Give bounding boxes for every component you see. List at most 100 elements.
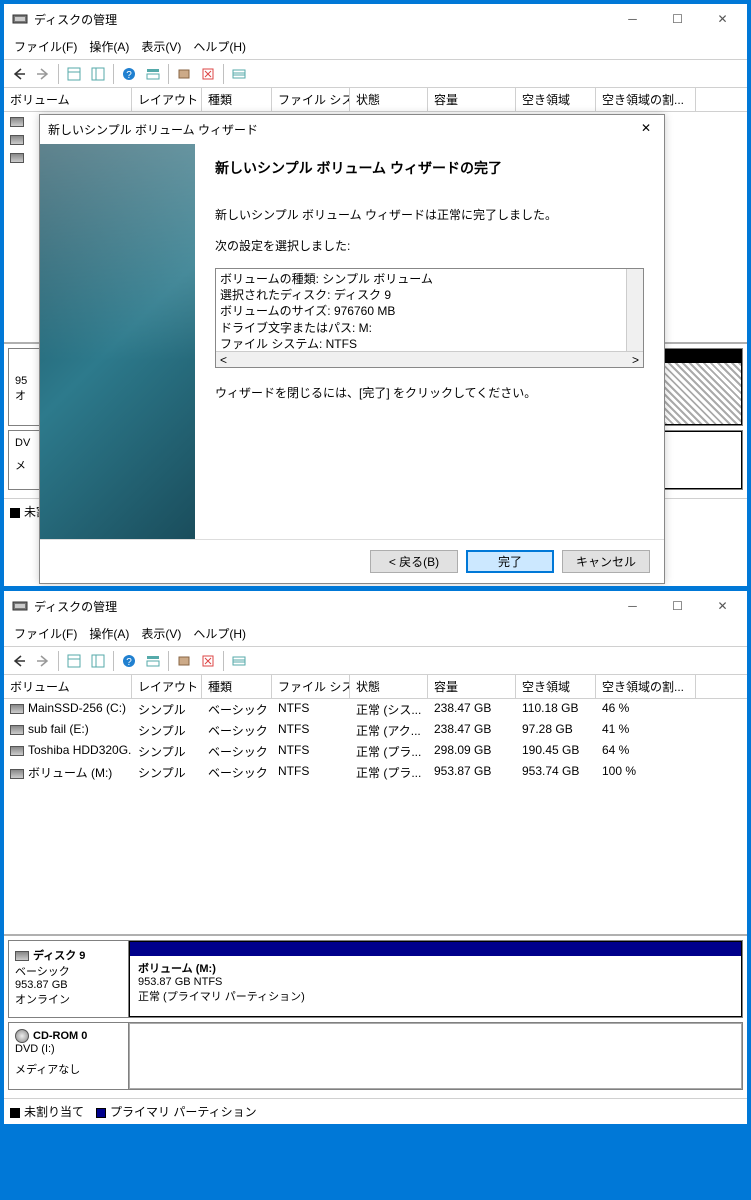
list-icon[interactable]	[87, 650, 109, 672]
list-icon[interactable]	[87, 63, 109, 85]
properties-icon[interactable]	[197, 650, 219, 672]
menu-help[interactable]: ヘルプ(H)	[187, 36, 252, 57]
forward-icon[interactable]	[32, 650, 54, 672]
view-icon[interactable]	[63, 63, 85, 85]
wizard-sidebar-graphic	[40, 144, 195, 539]
finish-button[interactable]: 完了	[466, 550, 554, 573]
svg-text:?: ?	[126, 657, 132, 668]
menu-view[interactable]: 表示(V)	[135, 623, 187, 644]
col-status[interactable]: 状態	[350, 88, 428, 111]
app-title: ディスクの管理	[34, 11, 610, 28]
toolbar: ?	[4, 647, 747, 675]
col-freepct[interactable]: 空き領域の割...	[596, 675, 696, 698]
partition-primary[interactable]: ボリューム (M:) 953.87 GB NTFS 正常 (プライマリ パーティ…	[129, 941, 742, 1017]
table-icon[interactable]	[228, 63, 250, 85]
volume-list-header: ボリューム レイアウト 種類 ファイル システム 状態 容量 空き領域 空き領域…	[4, 675, 747, 699]
legend-primary-icon	[96, 1108, 106, 1118]
col-volume[interactable]: ボリューム	[4, 88, 132, 111]
disk-icon	[15, 951, 29, 961]
detail-icon[interactable]	[142, 63, 164, 85]
col-volume[interactable]: ボリューム	[4, 675, 132, 698]
menu-view[interactable]: 表示(V)	[135, 36, 187, 57]
col-capacity[interactable]: 容量	[428, 675, 516, 698]
titlebar: ディスクの管理 ─ ☐ ✕	[4, 4, 747, 34]
detail-icon[interactable]	[142, 650, 164, 672]
wizard-settings-list[interactable]: ボリュームの種類: シンプル ボリューム 選択されたディスク: ディスク 9 ボ…	[215, 268, 644, 368]
menu-action[interactable]: 操作(A)	[83, 623, 135, 644]
volume-icon	[10, 746, 24, 756]
menubar: ファイル(F) 操作(A) 表示(V) ヘルプ(H)	[4, 621, 747, 647]
col-type[interactable]: 種類	[202, 675, 272, 698]
cdrom-icon	[15, 1029, 29, 1043]
col-free[interactable]: 空き領域	[516, 675, 596, 698]
menubar: ファイル(F) 操作(A) 表示(V) ヘルプ(H)	[4, 34, 747, 60]
scrollbar-v[interactable]	[626, 269, 643, 351]
list-row[interactable]: ボリューム (M:)シンプルベーシックNTFS正常 (プラ...953.87 G…	[4, 762, 747, 783]
legend-unalloc-icon	[10, 1108, 20, 1118]
volume-icon	[10, 704, 24, 714]
app-icon	[12, 598, 28, 614]
back-button[interactable]: < 戻る(B)	[370, 550, 458, 573]
back-icon[interactable]	[8, 63, 30, 85]
svg-text:?: ?	[126, 70, 132, 81]
refresh-icon[interactable]	[173, 63, 195, 85]
menu-file[interactable]: ファイル(F)	[8, 623, 83, 644]
volume-icon	[10, 135, 24, 145]
maximize-button[interactable]: ☐	[655, 5, 700, 33]
forward-icon[interactable]	[32, 63, 54, 85]
partition-empty	[129, 1023, 742, 1089]
wizard-complete-text: 新しいシンプル ボリューム ウィザードは正常に完了しました。	[215, 206, 644, 223]
maximize-button[interactable]: ☐	[655, 592, 700, 620]
refresh-icon[interactable]	[173, 650, 195, 672]
volume-icon	[10, 117, 24, 127]
legend: 未割り当て プライマリ パーティション	[4, 1098, 747, 1124]
col-layout[interactable]: レイアウト	[132, 88, 202, 111]
cancel-button[interactable]: キャンセル	[562, 550, 650, 573]
scrollbar-h[interactable]: <>	[216, 351, 643, 367]
help-icon[interactable]: ?	[118, 63, 140, 85]
volume-list-header: ボリューム レイアウト 種類 ファイル システム 状態 容量 空き領域 空き領域…	[4, 88, 747, 112]
minimize-button[interactable]: ─	[610, 592, 655, 620]
col-status[interactable]: 状態	[350, 675, 428, 698]
toolbar: ?	[4, 60, 747, 88]
col-type[interactable]: 種類	[202, 88, 272, 111]
list-row[interactable]: MainSSD-256 (C:)シンプルベーシックNTFS正常 (シス...23…	[4, 699, 747, 720]
back-icon[interactable]	[8, 650, 30, 672]
table-icon[interactable]	[228, 650, 250, 672]
menu-help[interactable]: ヘルプ(H)	[187, 623, 252, 644]
close-button[interactable]: ✕	[700, 592, 745, 620]
col-fs[interactable]: ファイル システム	[272, 88, 350, 111]
minimize-button[interactable]: ─	[610, 5, 655, 33]
close-button[interactable]: ✕	[700, 5, 745, 33]
volume-list[interactable]: MainSSD-256 (C:)シンプルベーシックNTFS正常 (シス...23…	[4, 699, 747, 934]
col-capacity[interactable]: 容量	[428, 88, 516, 111]
volume-icon	[10, 153, 24, 163]
list-row[interactable]: Toshiba HDD320G...シンプルベーシックNTFS正常 (プラ...…	[4, 741, 747, 762]
dialog-title: 新しいシンプル ボリューム ウィザード	[48, 121, 636, 138]
col-fs[interactable]: ファイル システム	[272, 675, 350, 698]
disk-row[interactable]: ディスク 9 ベーシック 953.87 GB オンライン ボリューム (M:) …	[8, 940, 743, 1018]
menu-action[interactable]: 操作(A)	[83, 36, 135, 57]
disk-graphic-panel: ディスク 9 ベーシック 953.87 GB オンライン ボリューム (M:) …	[4, 934, 747, 1098]
menu-file[interactable]: ファイル(F)	[8, 36, 83, 57]
col-layout[interactable]: レイアウト	[132, 675, 202, 698]
wizard-settings-label: 次の設定を選択しました:	[215, 237, 644, 254]
view-icon[interactable]	[63, 650, 85, 672]
disk-info: ディスク 9 ベーシック 953.87 GB オンライン	[9, 941, 129, 1017]
wizard-dialog: 新しいシンプル ボリューム ウィザード ✕ 新しいシンプル ボリューム ウィザー…	[39, 114, 665, 584]
partition-header-bar	[130, 942, 741, 956]
col-free[interactable]: 空き領域	[516, 88, 596, 111]
col-freepct[interactable]: 空き領域の割...	[596, 88, 696, 111]
dialog-close-button[interactable]: ✕	[636, 121, 656, 138]
legend-unalloc-icon	[10, 508, 20, 518]
wizard-close-hint: ウィザードを閉じるには、[完了] をクリックしてください。	[215, 384, 644, 401]
disk-info: CD-ROM 0 DVD (I:) メディアなし	[9, 1023, 129, 1089]
list-row[interactable]: sub fail (E:)シンプルベーシックNTFS正常 (アク...238.4…	[4, 720, 747, 741]
wizard-heading: 新しいシンプル ボリューム ウィザードの完了	[215, 158, 644, 178]
titlebar: ディスクの管理 ─ ☐ ✕	[4, 591, 747, 621]
disk-row[interactable]: CD-ROM 0 DVD (I:) メディアなし	[8, 1022, 743, 1090]
properties-icon[interactable]	[197, 63, 219, 85]
volume-icon	[10, 769, 24, 779]
help-icon[interactable]: ?	[118, 650, 140, 672]
app-icon	[12, 11, 28, 27]
